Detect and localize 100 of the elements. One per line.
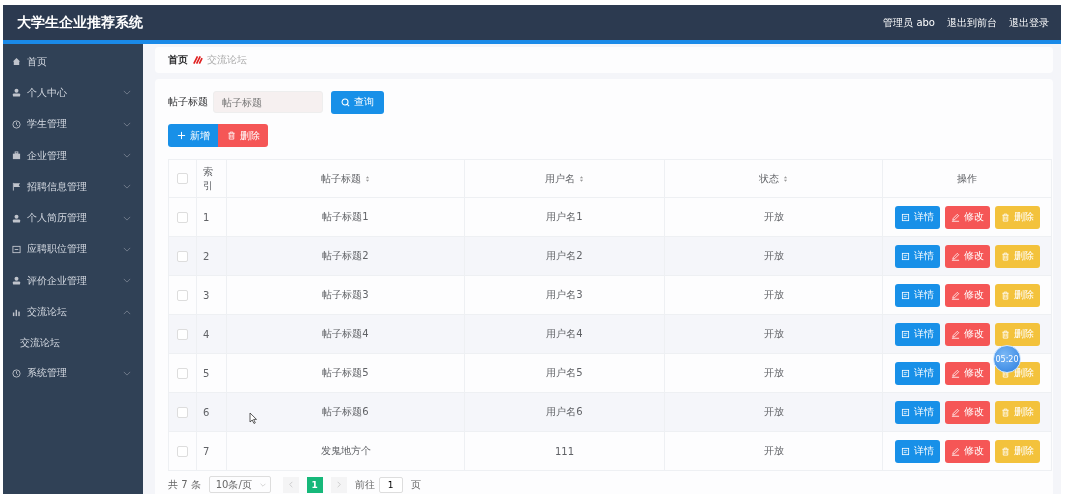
edit-button[interactable]: 修改 [944,244,990,268]
add-button[interactable]: 新增 [168,124,218,147]
row-checkbox[interactable] [177,328,188,340]
row-checkbox[interactable] [177,211,188,223]
cursor-icon [249,412,257,424]
column-header[interactable]: 帖子标题 [226,159,465,198]
column-header: 索引 [196,159,227,198]
document-icon [900,212,910,222]
pencil-icon [950,407,960,417]
trash-icon [1000,251,1010,261]
details-button[interactable]: 详情 [894,400,940,424]
table-cell: 帖子标题6 [226,392,465,432]
person-icon [12,88,21,98]
table-cell: 开放 [664,314,883,354]
trash-icon [1000,212,1010,222]
table-cell: 发鬼地方个 [226,431,465,471]
table-cell: 用户名4 [464,314,665,354]
edit-button[interactable]: 修改 [944,400,990,424]
table-cell: 7 [196,431,227,471]
table-cell: 开放 [664,353,883,393]
sidebar-subitem[interactable]: 交流论坛 [3,327,143,358]
flag-icon [12,182,21,192]
row-checkbox[interactable] [177,406,188,418]
pencil-icon [950,212,960,222]
column-header[interactable]: 用户名 [464,159,665,198]
details-button[interactable]: 详情 [894,322,940,346]
edit-button[interactable]: 修改 [944,361,990,385]
sidebar-item[interactable]: 首页 [3,46,143,78]
edit-button[interactable]: 修改 [944,439,990,463]
table-cell: 帖子标题2 [226,236,465,276]
table-cell: 开放 [664,392,883,432]
search-icon [341,97,350,107]
details-button[interactable]: 详情 [894,283,940,307]
column-header[interactable]: 状态 [664,159,883,198]
sidebar-item[interactable]: 系统管理 [3,357,143,389]
trash-icon [1000,329,1010,339]
table-cell: 用户名3 [464,275,665,315]
briefcase-icon [12,151,21,161]
next-page-button[interactable] [330,476,347,493]
chevron-icon [259,482,266,487]
table-cell: 5 [196,353,227,393]
details-button[interactable]: 详情 [894,205,940,229]
details-button[interactable]: 详情 [894,439,940,463]
edit-button[interactable]: 修改 [944,283,990,307]
sidebar-item[interactable]: 企业管理 [3,139,143,172]
row-checkbox[interactable] [177,289,188,301]
pencil-icon [950,290,960,300]
row-checkbox[interactable] [177,250,188,262]
search-field[interactable]: 帖子标题 [213,91,323,113]
table-cell: 开放 [664,431,883,471]
search-button[interactable]: 查询 [331,90,384,114]
trash-icon [1000,290,1010,300]
table-cell: 111 [464,431,665,471]
table-cell: 帖子标题3 [226,275,465,315]
select-all-checkbox[interactable] [177,173,188,185]
sidebar-item[interactable]: 应聘职位管理 [3,233,143,266]
goto-label: 前往 [354,477,375,492]
sidebar-item[interactable]: 学生管理 [3,108,143,140]
app-title: 大学生企业推荐系统 [17,13,143,32]
total-count: 共 7 条 [168,477,201,492]
breadcrumb-link[interactable]: 首页 [168,53,188,67]
table-cell: 用户名6 [464,392,665,432]
document-icon [900,329,910,339]
sidebar-item[interactable]: 个人简历管理 [3,202,143,234]
header-link[interactable]: 退出登录 [1009,15,1049,30]
sidebar-item[interactable]: 评价企业管理 [3,265,143,297]
breadcrumb-link[interactable]: 交流论坛 [207,53,247,67]
previous-page-button[interactable] [282,476,299,493]
page-input[interactable]: 1 [378,476,403,493]
separator-icon [192,55,203,65]
edit-button[interactable]: 修改 [944,322,990,346]
home-icon [12,57,21,67]
bar-chart-icon [12,307,21,317]
sidebar-item[interactable]: 交流论坛 [3,296,143,328]
header-link[interactable]: 退出到前台 [947,15,997,30]
table-cell: 帖子标题1 [226,197,465,237]
details-button[interactable]: 详情 [894,244,940,268]
page-size-select[interactable]: 10条/页 [208,476,271,493]
document-icon [900,368,910,378]
chevron-right-icon [336,481,341,488]
row-checkbox[interactable] [177,367,188,379]
clock-icon [12,368,21,378]
chevron-left-icon [288,481,293,488]
sidebar-item[interactable]: 招聘信息管理 [3,171,143,203]
row-checkbox[interactable] [177,445,188,457]
edit-button[interactable]: 修改 [944,205,990,229]
person-icon [12,276,21,286]
table-cell: 开放 [664,197,883,237]
table-cell: 帖子标题4 [226,314,465,354]
details-button[interactable]: 详情 [894,361,940,385]
table-cell: 1 [196,197,227,237]
trash-icon [226,131,236,140]
document-icon [900,407,910,417]
trash-icon [1000,407,1010,417]
column-header: 操作 [882,159,1052,198]
page-button[interactable]: 1 [306,476,323,493]
pencil-icon [950,446,960,456]
document-icon [900,290,910,300]
sidebar-item[interactable]: 个人中心 [3,77,143,109]
delete-button[interactable]: 删除 [218,124,268,147]
